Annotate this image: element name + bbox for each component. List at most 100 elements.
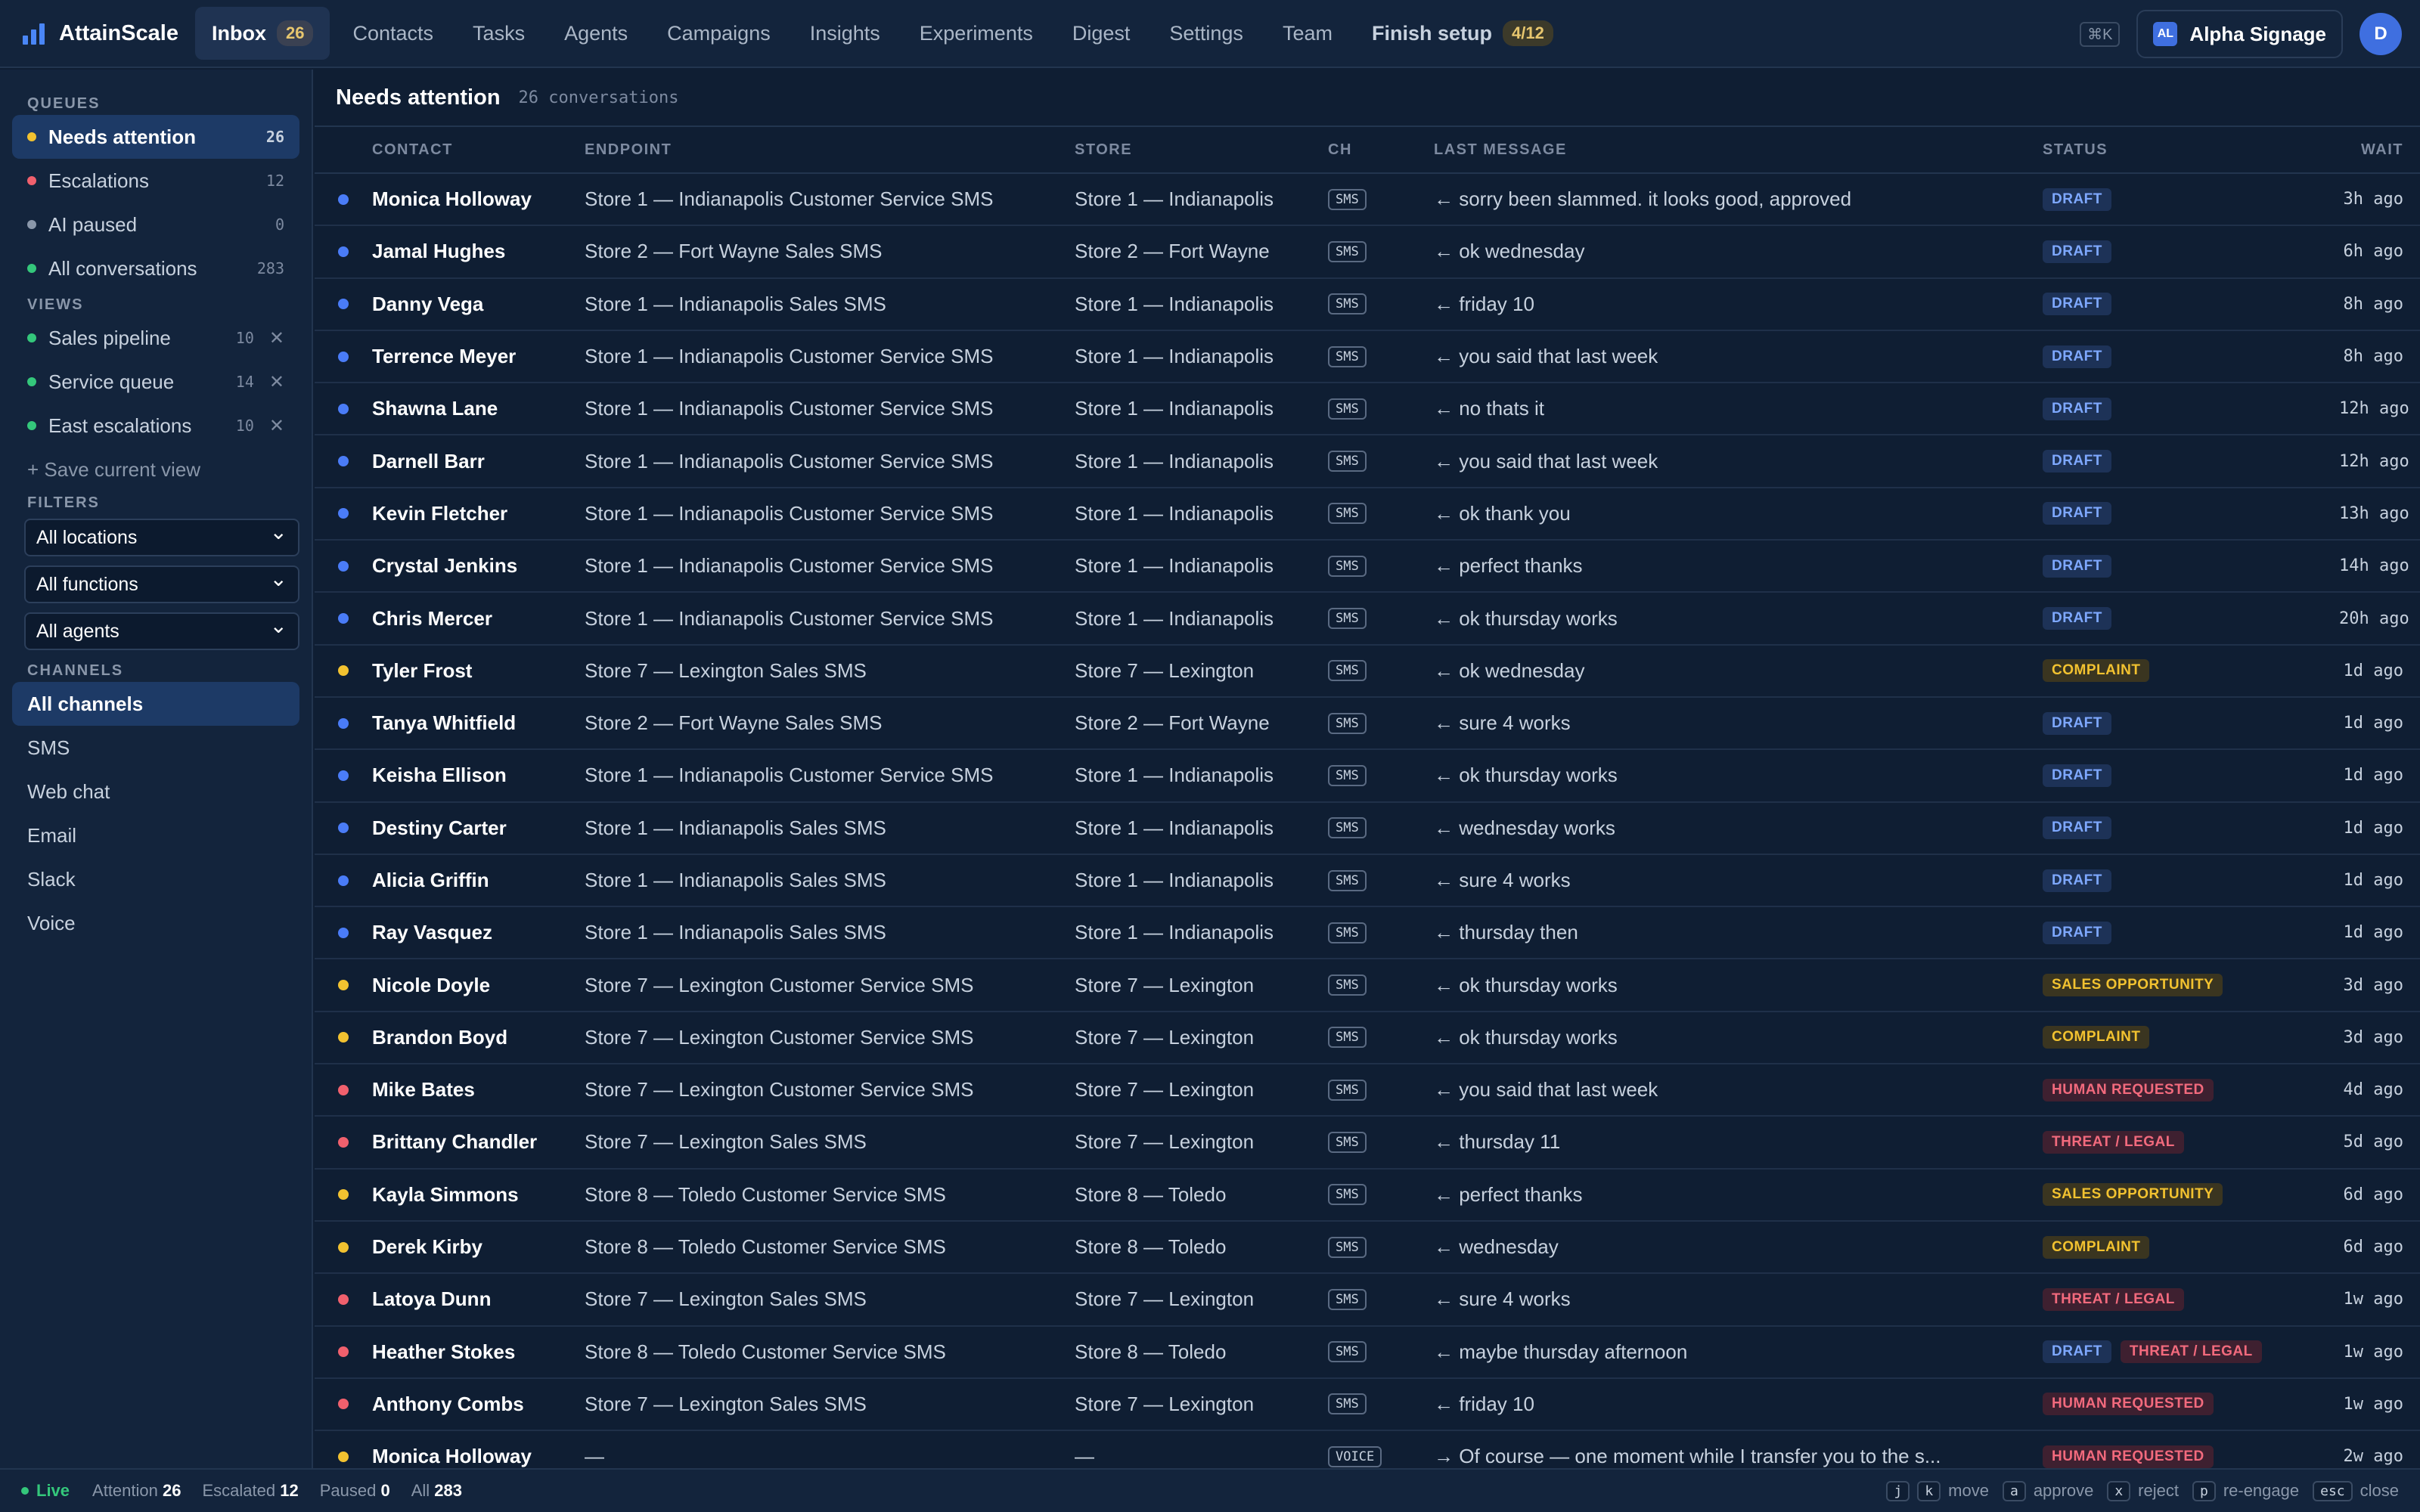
table-row[interactable]: Darnell Barr Store 1 — Indianapolis Custo… xyxy=(315,435,2420,488)
table-row[interactable]: Tyler Frost Store 7 — Lexington Sales SMS… xyxy=(315,646,2420,698)
contact-name[interactable]: Alicia Griffin xyxy=(372,869,585,892)
sidebar-item-needs-attention[interactable]: Needs attention 26 xyxy=(12,115,299,159)
nav-tab-digest[interactable]: Digest xyxy=(1056,8,1147,59)
sidebar-item-ai-paused[interactable]: AI paused 0 xyxy=(12,203,299,246)
shortcut-hint-re-engage[interactable]: p re-engage xyxy=(2192,1480,2300,1501)
contact-name[interactable]: Monica Holloway xyxy=(372,187,585,211)
column-header-contact[interactable]: CONTACT xyxy=(372,141,585,159)
contact-name[interactable]: Chris Mercer xyxy=(372,607,585,631)
table-row[interactable]: Alicia Griffin Store 1 — Indianapolis Sal… xyxy=(315,855,2420,908)
sidebar-item-voice[interactable]: Voice xyxy=(12,901,299,945)
column-header-endpoint[interactable]: ENDPOINT xyxy=(585,141,1075,159)
column-header-wait[interactable]: WAIT xyxy=(2339,141,2420,159)
contact-name[interactable]: Terrence Meyer xyxy=(372,345,585,368)
table-row[interactable]: Kevin Fletcher Store 1 — Indianapolis Cus… xyxy=(315,488,2420,541)
contact-name[interactable]: Keisha Ellison xyxy=(372,764,585,787)
table-row[interactable]: Jamal Hughes Store 2 — Fort Wayne Sales S… xyxy=(315,226,2420,279)
close-icon[interactable]: ✕ xyxy=(269,327,284,349)
contact-name[interactable]: Kevin Fletcher xyxy=(372,502,585,525)
nav-tab-experiments[interactable]: Experiments xyxy=(903,8,1050,59)
table-row[interactable]: Keisha Ellison Store 1 — Indianapolis Cus… xyxy=(315,750,2420,803)
nav-tab-tasks[interactable]: Tasks xyxy=(456,8,541,59)
table-row[interactable]: Mike Bates Store 7 — Lexington Customer S… xyxy=(315,1064,2420,1117)
command-palette-shortcut[interactable]: ⌘K xyxy=(2080,21,2121,47)
nav-tab-campaigns[interactable]: Campaigns xyxy=(650,8,787,59)
table-row[interactable]: Tanya Whitfield Store 2 — Fort Wayne Sale… xyxy=(315,698,2420,751)
sidebar-item-slack[interactable]: Slack xyxy=(12,857,299,901)
sidebar-item-web-chat[interactable]: Web chat xyxy=(12,770,299,813)
table-row[interactable]: Latoya Dunn Store 7 — Lexington Sales SMS… xyxy=(315,1274,2420,1327)
filter-select-all-agents[interactable]: All agents ⌄ xyxy=(24,612,299,650)
column-header-last-message[interactable]: LAST MESSAGE xyxy=(1434,141,2043,159)
close-icon[interactable]: ✕ xyxy=(269,371,284,393)
table-row[interactable]: Danny Vega Store 1 — Indianapolis Sales S… xyxy=(315,279,2420,331)
table-row[interactable]: Destiny Carter Store 1 — Indianapolis Sal… xyxy=(315,803,2420,855)
table-row[interactable]: Monica Holloway — — VOICE → Of course — one … xyxy=(315,1431,2420,1468)
column-header-store[interactable]: STORE xyxy=(1075,141,1328,159)
contact-name[interactable]: Ray Vasquez xyxy=(372,921,585,944)
table-row[interactable]: Terrence Meyer Store 1 — Indianapolis Cus… xyxy=(315,331,2420,384)
save-view-button[interactable]: + Save current view xyxy=(12,448,299,491)
contact-name[interactable]: Anthony Combs xyxy=(372,1393,585,1416)
shortcut-label: re-engage xyxy=(2223,1481,2300,1500)
sidebar-item-service-queue[interactable]: Service queue 14 ✕ xyxy=(12,360,299,404)
contact-name[interactable]: Mike Bates xyxy=(372,1078,585,1101)
shortcut-hint-move[interactable]: j k move xyxy=(1886,1480,1989,1501)
filter-select-all-functions[interactable]: All functions ⌄ xyxy=(24,565,299,603)
table-row[interactable]: Crystal Jenkins Store 1 — Indianapolis Cu… xyxy=(315,541,2420,593)
column-header-channel[interactable]: CH xyxy=(1328,141,1434,159)
sidebar-item-escalations[interactable]: Escalations 12 xyxy=(12,159,299,203)
table-row[interactable]: Nicole Doyle Store 7 — Lexington Customer… xyxy=(315,959,2420,1012)
table-row[interactable]: Kayla Simmons Store 8 — Toledo Customer S… xyxy=(315,1170,2420,1222)
nav-tab-contacts[interactable]: Contacts xyxy=(336,8,450,59)
close-icon[interactable]: ✕ xyxy=(269,415,284,437)
filter-select-all-locations[interactable]: All locations ⌄ xyxy=(24,519,299,556)
table-row[interactable]: Shawna Lane Store 1 — Indianapolis Custom… xyxy=(315,383,2420,436)
user-avatar[interactable]: D xyxy=(2360,13,2402,55)
org-switcher[interactable]: AL Alpha Signage xyxy=(2136,10,2343,58)
contact-name[interactable]: Danny Vega xyxy=(372,293,585,316)
sidebar-item-count: 10 xyxy=(235,417,254,435)
contact-name[interactable]: Tanya Whitfield xyxy=(372,711,585,735)
finish-setup-button[interactable]: Finish setup 4/12 xyxy=(1355,7,1570,60)
table-row[interactable]: Ray Vasquez Store 1 — Indianapolis Sales … xyxy=(315,907,2420,960)
contact-name[interactable]: Nicole Doyle xyxy=(372,974,585,997)
last-message: ← sorry been slammed. it looks good, app… xyxy=(1434,187,1852,211)
sidebar-item-email[interactable]: Email xyxy=(12,813,299,857)
contact-name[interactable]: Brandon Boyd xyxy=(372,1026,585,1049)
contact-name[interactable]: Heather Stokes xyxy=(372,1340,585,1364)
contact-name[interactable]: Monica Holloway xyxy=(372,1445,585,1468)
contact-name[interactable]: Brittany Chandler xyxy=(372,1130,585,1154)
table-row[interactable]: Brittany Chandler Store 7 — Lexington Sal… xyxy=(315,1117,2420,1170)
table-row[interactable]: Anthony Combs Store 7 — Lexington Sales S… xyxy=(315,1379,2420,1432)
contact-name[interactable]: Tyler Frost xyxy=(372,659,585,683)
sidebar-item-all-channels[interactable]: All channels xyxy=(12,682,299,726)
shortcut-hint-reject[interactable]: x reject xyxy=(2107,1480,2179,1501)
sidebar-item-sales-pipeline[interactable]: Sales pipeline 10 ✕ xyxy=(12,316,299,360)
contact-name[interactable]: Destiny Carter xyxy=(372,816,585,840)
contact-name[interactable]: Kayla Simmons xyxy=(372,1183,585,1207)
contact-name[interactable]: Shawna Lane xyxy=(372,397,585,420)
shortcut-hint-approve[interactable]: a approve xyxy=(2002,1480,2093,1501)
brand[interactable]: AttainScale xyxy=(0,19,195,48)
contact-name[interactable]: Latoya Dunn xyxy=(372,1287,585,1311)
table-row[interactable]: Derek Kirby Store 8 — Toledo Customer Ser… xyxy=(315,1222,2420,1275)
contact-name[interactable]: Crystal Jenkins xyxy=(372,554,585,578)
contact-name[interactable]: Derek Kirby xyxy=(372,1235,585,1259)
sidebar-item-all-conversations[interactable]: All conversations 283 xyxy=(12,246,299,290)
column-header-status[interactable]: STATUS xyxy=(2043,141,2339,159)
table-row[interactable]: Brandon Boyd Store 7 — Lexington Customer… xyxy=(315,1012,2420,1065)
table-row[interactable]: Monica Holloway Store 1 — Indianapolis Cu… xyxy=(315,174,2420,227)
nav-tab-inbox[interactable]: Inbox 26 xyxy=(195,7,330,60)
table-row[interactable]: Chris Mercer Store 1 — Indianapolis Custo… xyxy=(315,593,2420,646)
contact-name[interactable]: Darnell Barr xyxy=(372,450,585,473)
shortcut-hint-close[interactable]: esc close xyxy=(2313,1480,2399,1501)
sidebar-item-east-escalations[interactable]: East escalations 10 ✕ xyxy=(12,404,299,448)
table-row[interactable]: Heather Stokes Store 8 — Toledo Customer … xyxy=(315,1327,2420,1379)
sidebar-item-sms[interactable]: SMS xyxy=(12,726,299,770)
contact-name[interactable]: Jamal Hughes xyxy=(372,240,585,263)
nav-tab-settings[interactable]: Settings xyxy=(1153,8,1260,59)
nav-tab-insights[interactable]: Insights xyxy=(793,8,897,59)
nav-tab-agents[interactable]: Agents xyxy=(548,8,644,59)
nav-tab-team[interactable]: Team xyxy=(1266,8,1349,59)
